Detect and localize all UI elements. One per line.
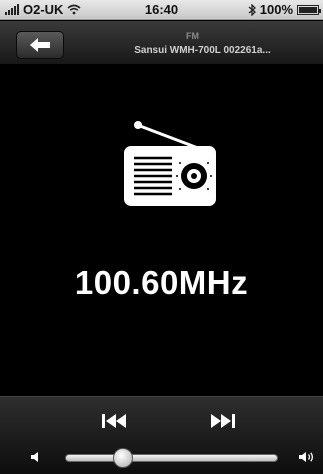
device-title: Sansui WMH-700L 002261a... — [134, 45, 271, 56]
next-button[interactable] — [203, 409, 243, 433]
skip-forward-icon — [211, 414, 235, 428]
volume-slider[interactable] — [65, 448, 278, 468]
playback-controls — [0, 396, 323, 474]
volume-low-icon — [31, 452, 38, 462]
battery-fill — [299, 6, 317, 13]
battery-label: 100% — [259, 2, 293, 17]
nav-subtitle: FM — [186, 31, 199, 41]
nav-bar: FM Sansui WMH-700L 002261a... — [0, 21, 323, 65]
volume-thumb[interactable] — [113, 448, 134, 468]
volume-track[interactable] — [65, 454, 278, 462]
bluetooth-icon — [248, 3, 256, 16]
volume-high-icon — [299, 452, 314, 462]
back-button[interactable] — [16, 31, 64, 59]
arrow-left-icon — [30, 38, 50, 52]
radio-icon — [124, 121, 216, 206]
frequency-display: 100.60MHz — [74, 264, 249, 301]
status-bar: O2-UK 16:40 100% — [0, 0, 323, 20]
battery-icon — [297, 4, 321, 15]
skip-back-icon — [102, 414, 126, 428]
previous-button[interactable] — [94, 409, 134, 433]
status-right: 100% — [248, 2, 321, 17]
